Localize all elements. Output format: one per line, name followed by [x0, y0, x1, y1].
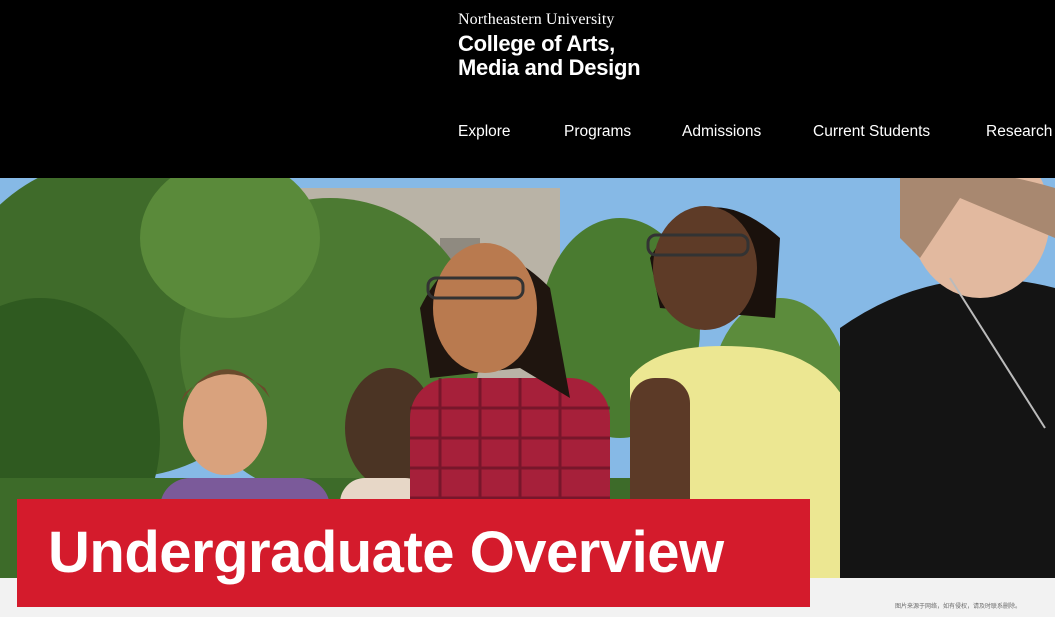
nav-item-explore[interactable]: Explore — [458, 119, 511, 145]
watermark-text: 图片来源于网络，如有侵权，请及时联系删除。 — [895, 604, 1022, 610]
main-nav: Explore Programs Admissions Current Stud… — [0, 119, 1055, 145]
page: Northeastern University College of Arts,… — [0, 0, 1055, 617]
page-title: Undergraduate Overview — [48, 520, 724, 585]
nav-item-research[interactable]: Research — [986, 119, 1052, 145]
site-header: Northeastern University College of Arts,… — [0, 0, 1055, 178]
nav-item-programs[interactable]: Programs — [564, 119, 631, 145]
college-logo[interactable]: Northeastern University College of Arts,… — [458, 10, 641, 80]
nav-item-current-students[interactable]: Current Students — [813, 119, 930, 145]
university-name: Northeastern University — [458, 11, 615, 28]
college-name-line-1: College of Arts, — [458, 31, 615, 56]
college-name-line-2: Media and Design — [458, 55, 641, 80]
nav-item-admissions[interactable]: Admissions — [682, 119, 761, 145]
page-title-banner: Undergraduate Overview — [17, 499, 810, 607]
